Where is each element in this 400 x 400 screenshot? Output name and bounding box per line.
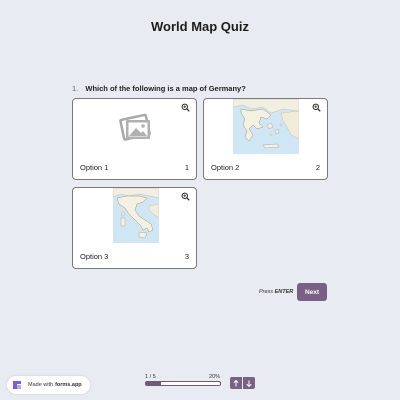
zoom-icon[interactable] [181,192,190,201]
option-key: 3 [184,252,189,261]
question-nav [230,377,255,389]
image-placeholder-icon [119,113,151,141]
progress-label: 1 / 5 [145,374,156,380]
arrow-down-icon [246,380,252,387]
press-enter-hint: Press ENTER [259,289,293,295]
question-number: 1. [72,84,79,93]
next-question-button[interactable] [243,377,255,389]
page-title: World Map Quiz [151,19,249,34]
progress-percent: 20% [209,374,221,380]
option-card-2[interactable]: Option 2 2 [203,98,328,180]
option-card-3[interactable]: Option 3 3 [72,187,197,269]
previous-question-button[interactable] [230,377,242,389]
forms-app-logo-icon [13,381,21,389]
question-text: Which of the following is a map of Germa… [85,84,246,93]
italy-map-image [113,188,159,243]
question: 1. Which of the following is a map of Ge… [72,84,246,93]
press-hint-text: Press [259,289,274,295]
greece-map-image [233,99,299,154]
zoom-icon[interactable] [312,103,321,112]
made-with-text: Made with [28,382,54,388]
option-label: Option 1 [80,163,109,172]
zoom-icon[interactable] [181,103,190,112]
press-hint-key: ENTER [274,289,294,295]
option-card-1[interactable]: Option 1 1 [72,98,197,180]
progress-bar [145,381,221,386]
option-key: 2 [315,163,320,172]
made-with-badge[interactable]: Made with forms.app [7,376,90,394]
option-key: 1 [184,163,189,172]
next-button[interactable]: Next [297,283,327,301]
option-label: Option 3 [80,252,109,261]
arrow-up-icon [233,379,239,386]
brand-name: forms.app [55,382,82,388]
progress-fill [146,382,161,385]
option-label: Option 2 [211,163,240,172]
